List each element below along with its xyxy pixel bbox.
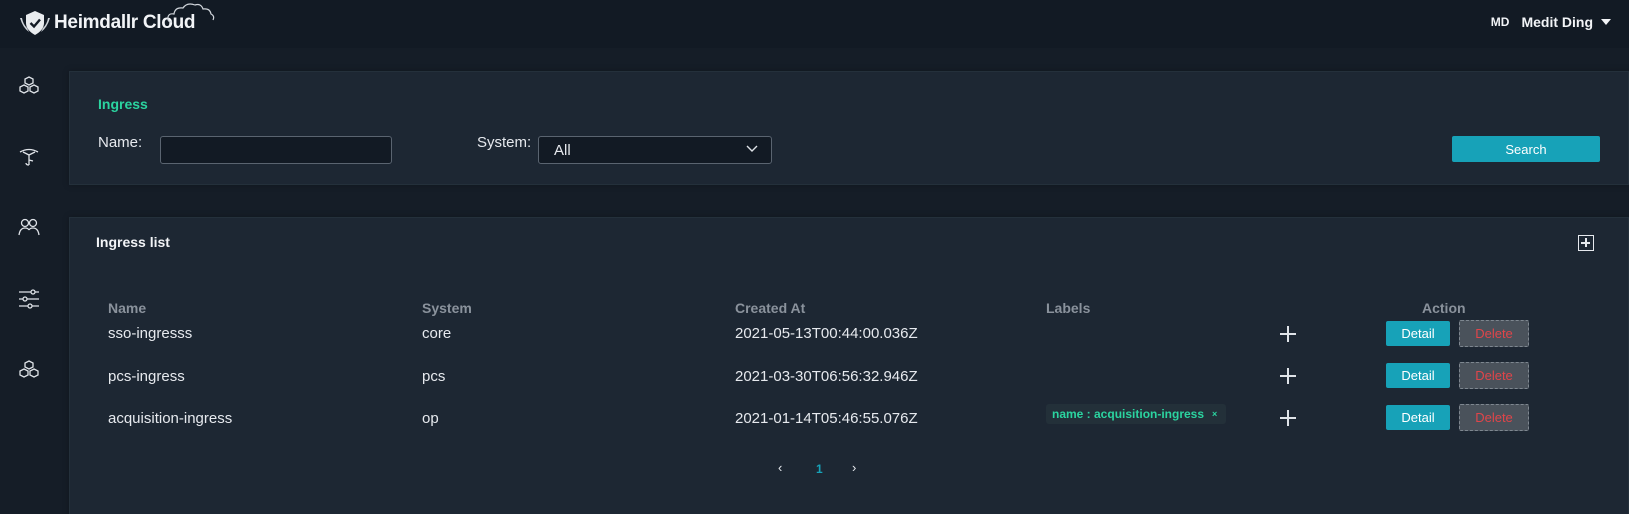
user-name: Medit Ding bbox=[1521, 14, 1593, 30]
name-input[interactable] bbox=[160, 136, 392, 164]
add-ingress-icon[interactable] bbox=[1578, 235, 1594, 251]
column-header-system: System bbox=[422, 300, 472, 316]
delete-button[interactable]: Delete bbox=[1459, 404, 1529, 431]
label-tag: name : acquisition-ingress × bbox=[1046, 404, 1227, 424]
detail-button[interactable]: Detail bbox=[1386, 363, 1450, 388]
row-created-at: 2021-03-30T06:56:32.946Z bbox=[735, 368, 918, 385]
row-name: acquisition-ingress bbox=[108, 410, 233, 427]
sidebar bbox=[0, 48, 58, 514]
row-system: core bbox=[422, 325, 452, 342]
cloud-icon bbox=[167, 3, 215, 23]
search-button[interactable]: Search bbox=[1452, 136, 1600, 162]
chevron-down-icon bbox=[746, 145, 758, 152]
user-initials: MD bbox=[1490, 15, 1510, 29]
label-tag-text: name : acquisition-ingress bbox=[1052, 407, 1205, 421]
name-label: Name: bbox=[98, 134, 143, 151]
system-select-value: All bbox=[554, 141, 571, 159]
pagination-page[interactable]: 1 bbox=[816, 462, 823, 476]
top-bar: Heimdallr Cloud MD Medit Ding bbox=[0, 0, 1629, 48]
pagination-prev-icon[interactable]: ‹ bbox=[778, 460, 782, 475]
delete-button[interactable]: Delete bbox=[1459, 320, 1529, 347]
pagination-next-icon[interactable]: › bbox=[852, 460, 856, 475]
remove-label-icon[interactable]: × bbox=[1212, 409, 1217, 419]
row-created-at: 2021-05-13T00:44:00.036Z bbox=[735, 325, 918, 342]
column-header-labels: Labels bbox=[1046, 300, 1091, 316]
add-label-icon[interactable] bbox=[1280, 410, 1296, 426]
cubes-icon[interactable] bbox=[17, 358, 41, 382]
sliders-icon[interactable] bbox=[17, 287, 41, 311]
list-title: Ingress list bbox=[96, 234, 170, 250]
users-icon[interactable] bbox=[17, 215, 41, 239]
filter-panel: Ingress Name: System: All Search bbox=[69, 71, 1629, 185]
detail-button[interactable]: Detail bbox=[1386, 321, 1450, 346]
detail-button[interactable]: Detail bbox=[1386, 405, 1450, 430]
shield-logo-icon bbox=[18, 8, 52, 38]
add-label-icon[interactable] bbox=[1280, 326, 1296, 342]
delete-button[interactable]: Delete bbox=[1459, 362, 1529, 389]
system-select[interactable]: All bbox=[538, 136, 772, 164]
caret-down-icon[interactable] bbox=[1601, 19, 1611, 25]
column-header-name: Name bbox=[108, 300, 147, 316]
user-menu[interactable]: MD Medit Ding bbox=[1491, 14, 1611, 30]
row-name: sso-ingresss bbox=[108, 325, 193, 342]
column-header-action: Action bbox=[1422, 300, 1466, 316]
logo[interactable]: Heimdallr Cloud bbox=[18, 3, 215, 38]
ingress-list-panel: Ingress list Name System Created At Labe… bbox=[69, 217, 1629, 514]
add-label-icon[interactable] bbox=[1280, 368, 1296, 384]
section-title: Ingress bbox=[98, 96, 148, 112]
column-header-created-at: Created At bbox=[735, 300, 806, 316]
network-icon[interactable] bbox=[17, 145, 41, 169]
row-system: op bbox=[422, 410, 439, 427]
system-label: System: bbox=[477, 134, 532, 151]
row-name: pcs-ingress bbox=[108, 368, 185, 385]
row-created-at: 2021-01-14T05:46:55.076Z bbox=[735, 410, 918, 427]
row-system: pcs bbox=[422, 368, 446, 385]
cubes-icon[interactable] bbox=[17, 74, 41, 98]
